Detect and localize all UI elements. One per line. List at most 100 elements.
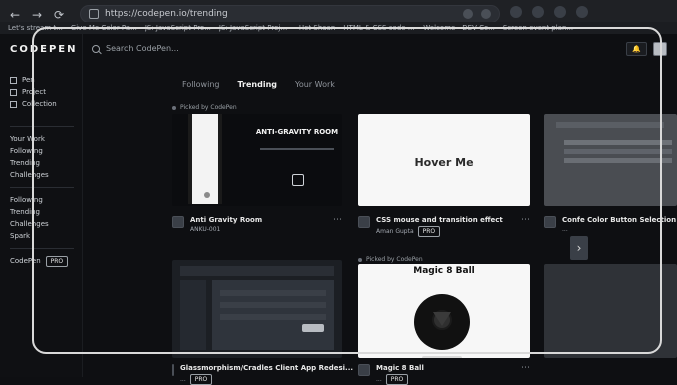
pen-preview[interactable] (172, 260, 342, 358)
feed-tabs: Following Trending Your Work (182, 80, 335, 89)
bookmark-item[interactable]: Give Me Color Pa... (71, 24, 137, 32)
sidebar-item[interactable]: Challenges (10, 218, 74, 230)
bookmark-item[interactable]: JS: JavaScript Proje... (219, 24, 291, 32)
notifications-button[interactable]: 🔔 (626, 42, 647, 56)
menu-icon[interactable] (576, 6, 588, 18)
pen-card[interactable]: Hover Me (358, 114, 530, 206)
top-right-controls: 🔔 (626, 42, 667, 56)
pen-preview[interactable]: Magic 8 Ball (358, 264, 530, 358)
pen-text: Glassmorphism/Cradles Client App Redesi.… (180, 364, 353, 385)
preview-button (302, 324, 324, 332)
share-icon[interactable] (481, 9, 491, 19)
sidebar-pro-label: CodePen (10, 257, 41, 265)
pen-title[interactable]: Anti Gravity Room (190, 216, 262, 224)
tab-following[interactable]: Following (182, 80, 219, 89)
sidebar-item-project[interactable]: Project (10, 86, 74, 98)
extension-icon[interactable] (554, 6, 566, 18)
pen-card[interactable] (544, 114, 677, 206)
bookmark-item[interactable]: Screen event plan... (503, 24, 573, 32)
preview-title: ANTI-GRAVITY ROOM (255, 128, 339, 136)
pen-card[interactable]: ANTI-GRAVITY ROOM (172, 114, 342, 206)
pen-author[interactable]: ... PRO (180, 374, 353, 385)
author-avatar[interactable] (358, 216, 370, 228)
pen-preview[interactable] (544, 114, 677, 206)
pen-author-name: ANKU-001 (190, 226, 221, 233)
bookmark-item[interactable]: Welcome - DEV Co... (423, 24, 495, 32)
pen-preview[interactable]: ANTI-GRAVITY ROOM (172, 114, 342, 206)
bookmark-item[interactable]: JS: JavaScript Pro... (145, 24, 211, 32)
pen-card[interactable]: Magic 8 Ball (358, 264, 530, 358)
preview-row (220, 302, 326, 308)
sidebar-pro-row[interactable]: CodePen PRO (10, 255, 74, 267)
more-options-icon[interactable]: ⋯ (521, 216, 530, 225)
sidebar-item[interactable]: Following (10, 145, 74, 157)
picked-label-text: Picked by CodePen (366, 256, 423, 263)
avatar[interactable] (653, 42, 667, 56)
preview-row (220, 314, 326, 320)
address-text[interactable]: https://codepen.io/trending (105, 9, 228, 19)
bookmark-item[interactable]: HTML & CSS code s... (343, 24, 415, 32)
author-avatar[interactable] (172, 216, 184, 228)
pen-title[interactable]: Magic 8 Ball (376, 364, 424, 372)
tab-trending[interactable]: Trending (237, 80, 277, 89)
sidebar-item[interactable]: Trending (10, 157, 74, 169)
pen-card[interactable] (544, 264, 677, 358)
next-arrow-button[interactable]: › (570, 236, 588, 260)
square-icon (10, 100, 17, 108)
back-arrow-icon[interactable]: ← (8, 8, 22, 22)
forward-arrow-icon[interactable]: → (30, 8, 44, 22)
pen-title[interactable]: Confe Color Button Selection (562, 216, 676, 224)
sidebar-item-pen[interactable]: Pen (10, 74, 74, 86)
main-content: Search CodePen... 🔔 Following Trending Y… (82, 34, 677, 385)
sidebar-item[interactable]: Spark (10, 230, 74, 242)
preview-title: Magic 8 Ball (413, 266, 475, 276)
author-avatar[interactable] (172, 364, 174, 376)
more-options-icon[interactable]: ⋯ (521, 364, 530, 373)
pen-text: Anti Gravity Room ANKU-001 (190, 216, 262, 233)
search-input[interactable]: Search CodePen... (106, 44, 179, 53)
pen-meta: CSS mouse and transition effect Aman Gup… (358, 216, 530, 237)
browser-chrome: ← → ⟳ https://codepen.io/trending Let's … (0, 0, 677, 34)
sidebar-item-collection[interactable]: Collection (10, 98, 74, 110)
bookmark-item[interactable]: Hot Shaan (299, 24, 335, 32)
address-bar[interactable]: https://codepen.io/trending (80, 5, 500, 23)
pen-meta: Confe Color Button Selection ... (544, 216, 677, 233)
pen-author[interactable]: Aman Gupta PRO (376, 226, 503, 237)
star-icon[interactable] (463, 9, 473, 19)
search-bar[interactable]: Search CodePen... (92, 44, 179, 53)
pen-card[interactable] (172, 260, 342, 358)
sidebar-create-section: Pen Project Collection (10, 74, 74, 110)
square-icon (10, 76, 17, 84)
pen-title[interactable]: CSS mouse and transition effect (376, 216, 503, 224)
sidebar-item-label: Collection (22, 100, 57, 108)
pen-preview[interactable] (544, 264, 677, 358)
pen-meta: Magic 8 Ball ... PRO ⋯ (358, 364, 530, 385)
pen-author[interactable]: ANKU-001 (190, 226, 262, 233)
sidebar-divider (10, 126, 74, 127)
pen-author-name: ... (180, 376, 186, 383)
pin-icon (172, 105, 176, 110)
bookmark-item[interactable]: Let's stream t... (8, 24, 63, 32)
pen-title[interactable]: Glassmorphism/Cradles Client App Redesi.… (180, 364, 353, 372)
sidebar-item[interactable]: Your Work (10, 133, 74, 145)
pen-meta: Glassmorphism/Cradles Client App Redesi.… (172, 364, 368, 385)
author-avatar[interactable] (358, 364, 370, 376)
reload-icon[interactable]: ⟳ (52, 8, 66, 22)
extension-icon[interactable] (532, 6, 544, 18)
sidebar-item[interactable]: Challenges (10, 169, 74, 181)
pen-author[interactable]: ... PRO (376, 374, 424, 385)
pen-author[interactable]: ... (562, 226, 676, 233)
extension-icon[interactable] (510, 6, 522, 18)
pro-badge: PRO (385, 374, 409, 385)
more-options-icon[interactable]: ⋯ (333, 216, 342, 225)
pin-icon (358, 257, 362, 262)
tab-your-work[interactable]: Your Work (295, 80, 335, 89)
sidebar-item[interactable]: Following (10, 194, 74, 206)
search-icon (92, 44, 100, 53)
codepen-logo[interactable]: CODEPEN (10, 44, 78, 55)
pen-preview[interactable]: Hover Me (358, 114, 530, 206)
author-avatar[interactable] (544, 216, 556, 228)
sidebar-divider (10, 187, 74, 188)
pen-author-name: ... (376, 376, 382, 383)
sidebar-item[interactable]: Trending (10, 206, 74, 218)
